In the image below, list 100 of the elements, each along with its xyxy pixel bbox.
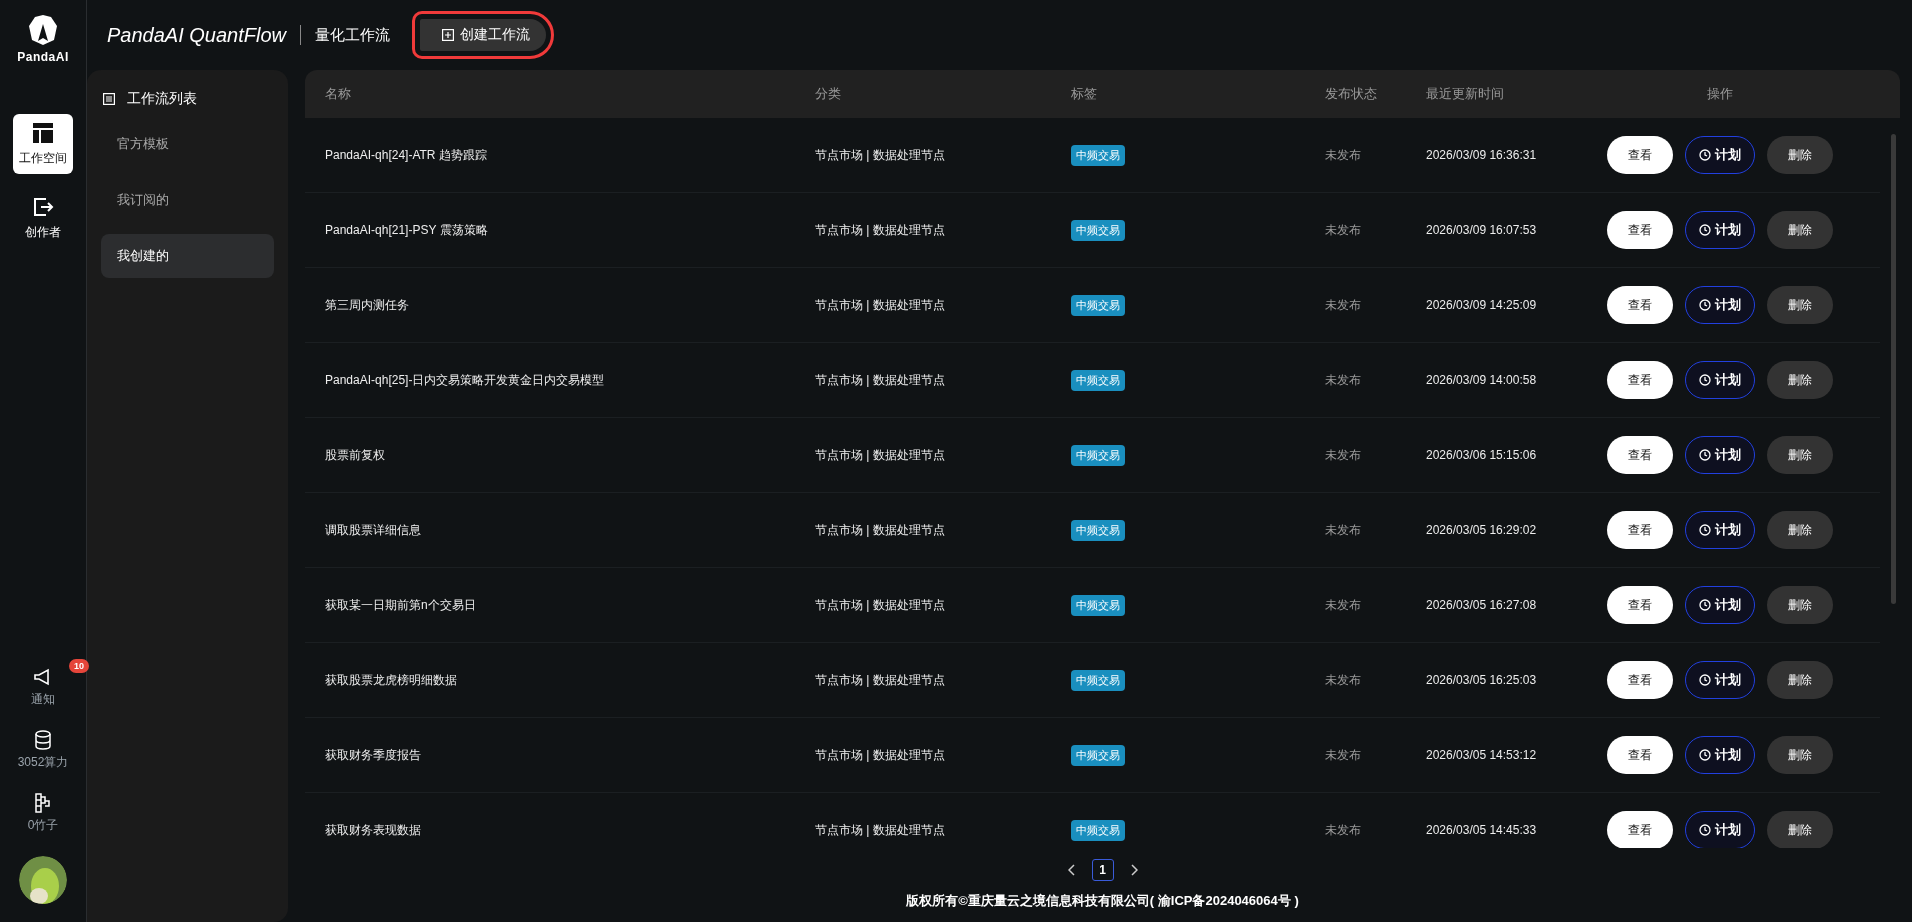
delete-button[interactable]: 删除 xyxy=(1767,586,1833,624)
status-cell-text: 未发布 xyxy=(1325,521,1362,539)
layout-icon xyxy=(32,121,54,144)
schedule-button[interactable]: 计划 xyxy=(1685,436,1755,474)
clock-icon xyxy=(1699,449,1711,461)
logo-icon xyxy=(27,14,59,46)
view-button[interactable]: 查看 xyxy=(1607,286,1673,324)
notification-badge: 10 xyxy=(69,659,89,673)
schedule-button[interactable]: 计划 xyxy=(1685,286,1755,324)
updated-time: 2026/03/09 14:00:58 xyxy=(1426,373,1538,387)
sidebar-item[interactable]: 官方模板 xyxy=(101,122,274,166)
workflow-name: 获取财务表现数据 xyxy=(325,821,422,839)
category-cell-text: 节点市场 | 数据处理节点 xyxy=(815,521,946,539)
rail-label[interactable]: 通知 xyxy=(31,691,55,708)
clock-icon xyxy=(1699,824,1711,836)
previous-page-icon[interactable] xyxy=(1067,864,1076,876)
clock-icon xyxy=(1699,224,1711,236)
schedule-button[interactable]: 计划 xyxy=(1685,811,1755,848)
view-button[interactable]: 查看 xyxy=(1607,436,1673,474)
updated-time: 2026/03/05 14:53:12 xyxy=(1426,748,1538,762)
page-button[interactable]: 1 xyxy=(1091,859,1114,881)
column-header: 分类 xyxy=(815,85,842,103)
status-cell-text: 未发布 xyxy=(1325,596,1362,614)
category-cell-text: 节点市场 | 数据处理节点 xyxy=(815,596,946,614)
workflow-name: PandaAI-qh[21]-PSY 震荡策略 xyxy=(325,221,489,239)
column-header: 发布状态 xyxy=(1325,85,1378,103)
status-cell-text: 未发布 xyxy=(1325,671,1362,689)
schedule-button[interactable]: 计划 xyxy=(1685,586,1755,624)
clock-icon xyxy=(1699,374,1711,386)
rail-label[interactable]: 0竹子 xyxy=(27,817,59,834)
list-icon xyxy=(103,93,115,105)
updated-time: 2026/03/05 16:29:02 xyxy=(1426,523,1538,537)
view-button[interactable]: 查看 xyxy=(1607,736,1673,774)
view-button[interactable]: 查看 xyxy=(1607,511,1673,549)
status-cell-text: 未发布 xyxy=(1325,746,1362,764)
delete-button[interactable]: 删除 xyxy=(1767,361,1833,399)
rail-label[interactable]: 3052算力 xyxy=(17,754,69,771)
nav-item[interactable]: 工作空间 xyxy=(13,114,73,174)
exit-icon xyxy=(32,195,54,218)
clock-icon xyxy=(1699,674,1711,686)
logo-text: PandaAI xyxy=(17,50,69,64)
updated-time: 2026/03/09 16:36:31 xyxy=(1426,148,1538,162)
sidebar-item[interactable]: 我创建的 xyxy=(101,234,274,278)
tag-badge: 中频交易 xyxy=(1071,444,1125,466)
column-header: 标签 xyxy=(1071,85,1098,103)
delete-button[interactable]: 删除 xyxy=(1767,136,1833,174)
schedule-button[interactable]: 计划 xyxy=(1685,661,1755,699)
schedule-button[interactable]: 计划 xyxy=(1685,211,1755,249)
tag-badge: 中频交易 xyxy=(1071,744,1125,766)
view-button[interactable]: 查看 xyxy=(1607,811,1673,848)
plus-square-icon xyxy=(442,29,454,41)
category-cell-text: 节点市场 | 数据处理节点 xyxy=(815,671,946,689)
workflow-name: PandaAI-qh[25]-日内交易策略开发黄金日内交易模型 xyxy=(325,371,606,389)
status-cell-text: 未发布 xyxy=(1325,221,1362,239)
delete-button[interactable]: 删除 xyxy=(1767,511,1833,549)
delete-button[interactable]: 删除 xyxy=(1767,736,1833,774)
category-cell-text: 节点市场 | 数据处理节点 xyxy=(815,146,946,164)
delete-button[interactable]: 删除 xyxy=(1767,811,1833,848)
nav-item[interactable]: 创作者 xyxy=(13,188,73,248)
category-cell-text: 节点市场 | 数据处理节点 xyxy=(815,821,946,839)
workflow-name: PandaAI-qh[24]-ATR 趋势跟踪 xyxy=(325,146,488,164)
sidebar-title: 工作流列表 xyxy=(127,90,197,108)
clock-icon xyxy=(1699,599,1711,611)
updated-time: 2026/03/05 16:25:03 xyxy=(1426,673,1538,687)
status-cell-text: 未发布 xyxy=(1325,371,1362,389)
updated-time: 2026/03/05 16:27:08 xyxy=(1426,598,1538,612)
category-cell-text: 节点市场 | 数据处理节点 xyxy=(815,296,946,314)
delete-button[interactable]: 删除 xyxy=(1767,661,1833,699)
updated-time: 2026/03/09 16:07:53 xyxy=(1426,223,1538,237)
workflow-name: 获取股票龙虎榜明细数据 xyxy=(325,671,458,689)
schedule-button[interactable]: 计划 xyxy=(1685,136,1755,174)
view-button[interactable]: 查看 xyxy=(1607,361,1673,399)
tag-badge: 中频交易 xyxy=(1071,594,1125,616)
delete-button[interactable]: 删除 xyxy=(1767,211,1833,249)
view-button[interactable]: 查看 xyxy=(1607,586,1673,624)
clock-icon xyxy=(1699,524,1711,536)
tag-badge: 中频交易 xyxy=(1071,144,1125,166)
bamboo-icon xyxy=(34,793,52,813)
database-icon xyxy=(34,730,52,750)
next-page-icon[interactable] xyxy=(1129,864,1138,876)
category-cell-text: 节点市场 | 数据处理节点 xyxy=(815,221,946,239)
view-button[interactable]: 查看 xyxy=(1607,661,1673,699)
tag-badge: 中频交易 xyxy=(1071,369,1125,391)
avatar[interactable] xyxy=(19,856,67,904)
schedule-button[interactable]: 计划 xyxy=(1685,736,1755,774)
updated-time: 2026/03/06 15:15:06 xyxy=(1426,448,1538,462)
view-button[interactable]: 查看 xyxy=(1607,136,1673,174)
status-cell-text: 未发布 xyxy=(1325,821,1362,839)
category-cell-text: 节点市场 | 数据处理节点 xyxy=(815,371,946,389)
delete-button[interactable]: 删除 xyxy=(1767,286,1833,324)
sidebar-item[interactable]: 我订阅的 xyxy=(101,178,274,222)
clock-icon xyxy=(1699,749,1711,761)
workflow-name: 股票前复权 xyxy=(325,446,386,464)
view-button[interactable]: 查看 xyxy=(1607,211,1673,249)
delete-button[interactable]: 删除 xyxy=(1767,436,1833,474)
clock-icon xyxy=(1699,299,1711,311)
schedule-button[interactable]: 计划 xyxy=(1685,361,1755,399)
schedule-button[interactable]: 计划 xyxy=(1685,511,1755,549)
category-cell-text: 节点市场 | 数据处理节点 xyxy=(815,746,946,764)
updated-time: 2026/03/05 14:45:33 xyxy=(1426,823,1538,837)
